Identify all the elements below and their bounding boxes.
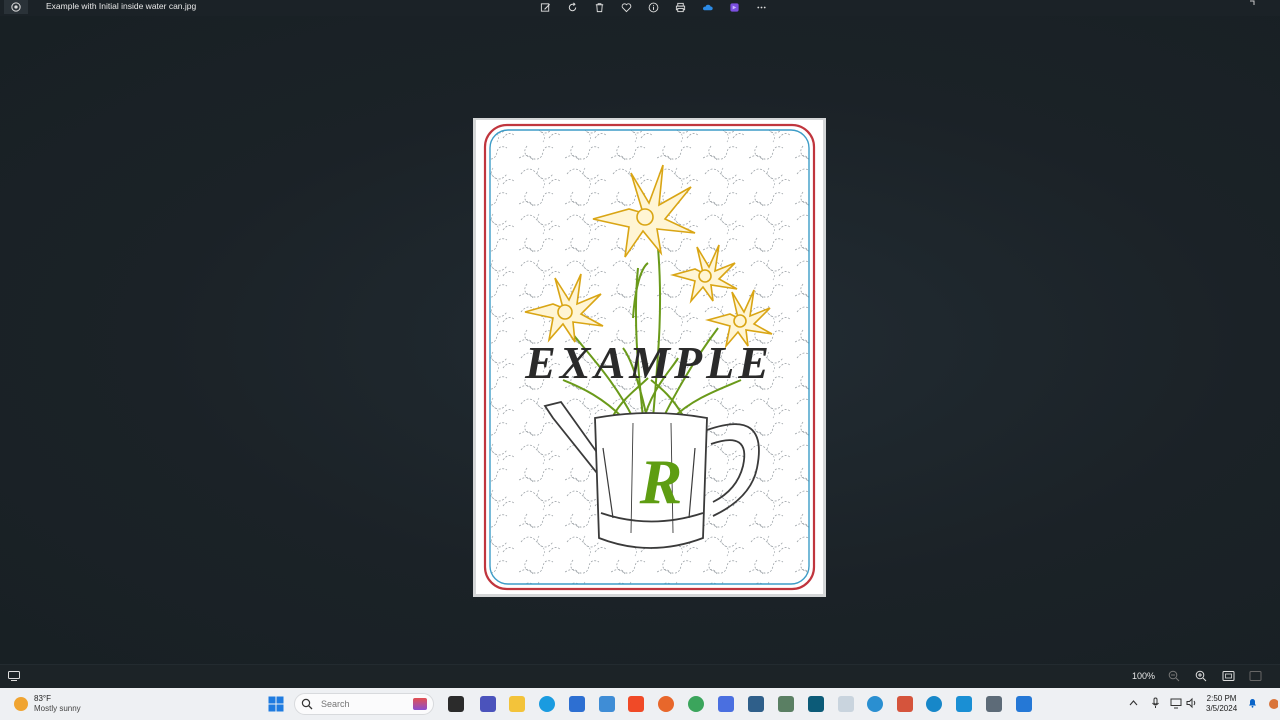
photo-canvas[interactable]: R EXAMPLE: [473, 118, 826, 597]
snipping-tool-icon[interactable]: [897, 696, 913, 712]
sun-icon: [14, 697, 28, 711]
weather-temperature: 83°F: [34, 694, 51, 703]
terminal-icon[interactable]: [748, 696, 764, 712]
monogram-initial: R: [639, 446, 683, 517]
notification-bell-icon[interactable]: [1248, 698, 1257, 708]
taskbar-clock[interactable]: 2:50 PM 3/5/2024: [1206, 694, 1237, 714]
favorite-button[interactable]: [613, 0, 640, 14]
rotate-icon: [568, 2, 577, 11]
zoom-level[interactable]: 100%: [1132, 671, 1155, 681]
clock-date: 3/5/2024: [1206, 704, 1238, 713]
delete-button[interactable]: [586, 0, 613, 14]
globe-icon[interactable]: [867, 696, 883, 712]
full-screen-icon[interactable]: [1249, 670, 1262, 682]
search-highlight-icon: [413, 698, 427, 710]
clipchamp-button[interactable]: [721, 0, 748, 14]
image-viewer: R EXAMPLE: [0, 16, 1280, 664]
zoom-out-icon[interactable]: [1168, 670, 1180, 682]
chevron-up-icon[interactable]: [1129, 696, 1138, 710]
calculator-icon[interactable]: [986, 696, 1002, 712]
viewer-status-bar: 100%: [0, 664, 1280, 689]
rotate-button[interactable]: [559, 0, 586, 14]
filmstrip-icon[interactable]: [8, 671, 20, 681]
more-icon: [757, 6, 766, 8]
windows-start-icon[interactable]: [268, 696, 284, 712]
search-icon: [301, 698, 313, 710]
taskbar-search-box[interactable]: [294, 693, 434, 715]
example-watermark-text: EXAMPLE: [524, 337, 773, 388]
sync-icon[interactable]: [926, 696, 942, 712]
trash-icon: [595, 2, 604, 12]
image-editor-icon[interactable]: [778, 696, 794, 712]
expand-icon[interactable]: [1246, 0, 1256, 8]
brave-icon[interactable]: [628, 696, 644, 712]
store-icon[interactable]: [569, 696, 585, 712]
file-explorer-icon[interactable]: [509, 696, 525, 712]
chrome-icon[interactable]: [688, 696, 704, 712]
designer-icon[interactable]: [1016, 696, 1032, 712]
heart-icon: [621, 2, 632, 12]
clock-time: 2:50 PM: [1206, 694, 1237, 703]
settings-gear-icon[interactable]: [718, 696, 734, 712]
zoom-in-icon[interactable]: [1195, 670, 1207, 682]
speaker-icon[interactable]: [1186, 696, 1198, 710]
edge-icon[interactable]: [539, 696, 555, 712]
display-icon[interactable]: [838, 696, 854, 712]
copilot-icon[interactable]: [1268, 698, 1278, 710]
title-bar: Example with Initial inside water can.jp…: [0, 0, 1280, 16]
fit-to-window-icon[interactable]: [1222, 670, 1235, 682]
window-title: Example with Initial inside water can.jp…: [46, 1, 197, 11]
firefox-icon[interactable]: [658, 696, 674, 712]
photos-app-icon[interactable]: [4, 0, 28, 14]
microphone-icon[interactable]: [1151, 696, 1160, 710]
image-toolbar: [532, 0, 775, 14]
file-info-button[interactable]: [640, 0, 667, 14]
browser-icon[interactable]: [956, 696, 972, 712]
windows-taskbar: 83°F Mostly sunny 2:50 PM 3/5/2024: [0, 688, 1280, 720]
teams-icon[interactable]: [480, 696, 496, 712]
media-player-icon[interactable]: [808, 696, 824, 712]
embroidery-design-image: R EXAMPLE: [476, 120, 823, 594]
cloud-icon: [703, 4, 713, 10]
photos-taskbar-icon[interactable]: [599, 696, 615, 712]
print-button[interactable]: [667, 0, 694, 14]
weather-condition: Mostly sunny: [34, 704, 81, 713]
onedrive-button[interactable]: [694, 0, 721, 14]
edit-icon: [540, 2, 551, 12]
search-input[interactable]: [319, 698, 413, 710]
monitor-icon[interactable]: [1170, 696, 1182, 710]
task-view-icon[interactable]: [448, 696, 464, 712]
weather-widget[interactable]: 83°F Mostly sunny: [14, 694, 81, 714]
more-options-button[interactable]: [748, 0, 775, 14]
clipchamp-icon: [730, 2, 739, 12]
info-icon: [648, 2, 659, 12]
edit-image-button[interactable]: [532, 0, 559, 14]
printer-icon: [675, 2, 686, 12]
